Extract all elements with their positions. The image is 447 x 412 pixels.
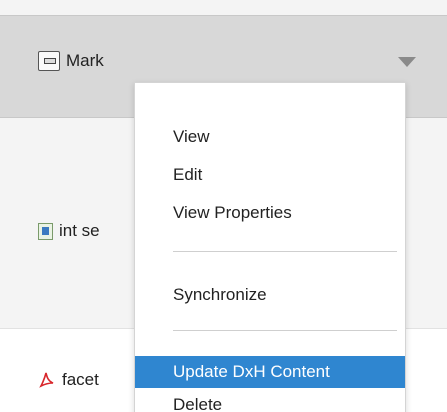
top-strip bbox=[0, 0, 447, 15]
menu-separator bbox=[173, 330, 397, 331]
chevron-down-icon[interactable] bbox=[398, 57, 416, 67]
menu-item-view[interactable]: View bbox=[135, 127, 405, 147]
pdf-icon bbox=[38, 371, 56, 389]
script-icon bbox=[38, 51, 60, 71]
menu-item-edit[interactable]: Edit bbox=[135, 165, 405, 185]
menu-item-synchronize[interactable]: Synchronize bbox=[135, 285, 405, 305]
menu-separator bbox=[173, 251, 397, 252]
list-item-facet[interactable]: facet bbox=[38, 370, 99, 390]
menu-item-view-properties[interactable]: View Properties bbox=[135, 203, 405, 223]
list-item-mark[interactable]: Mark bbox=[38, 51, 104, 71]
list-item-label: int se bbox=[59, 221, 100, 240]
list-item-label: Mark bbox=[66, 51, 104, 70]
context-menu: View Edit View Properties Synchronize Up… bbox=[134, 82, 406, 412]
menu-item-update-dxh-content[interactable]: Update DxH Content bbox=[135, 356, 405, 388]
document-icon bbox=[38, 222, 53, 240]
list-item-label: facet bbox=[62, 370, 99, 389]
list-item-int[interactable]: int se bbox=[38, 221, 100, 241]
menu-item-delete[interactable]: Delete bbox=[135, 395, 405, 412]
